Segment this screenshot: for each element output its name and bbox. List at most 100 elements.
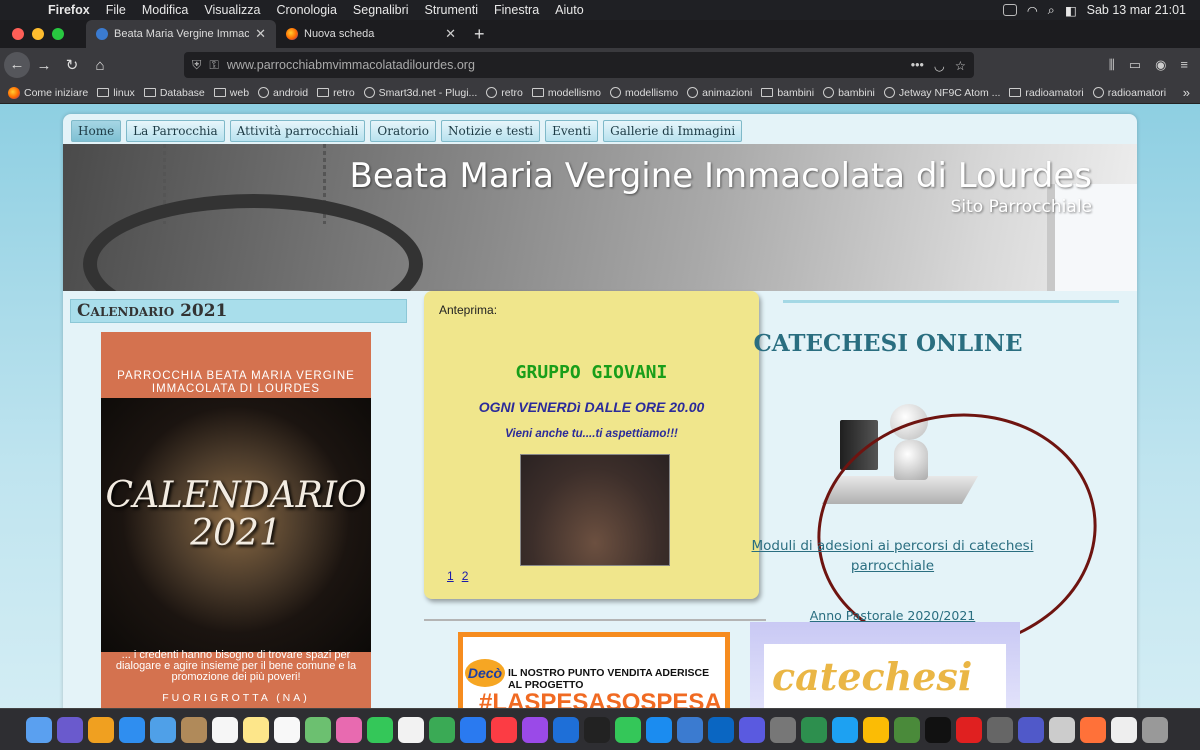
home-icon[interactable]: ⌂ [86,57,114,74]
notes-icon[interactable] [243,716,269,743]
xcode-icon[interactable] [739,716,765,743]
control-center-icon[interactable]: ◧ [1065,3,1077,18]
app-store-icon[interactable] [646,716,672,743]
lock-icon[interactable]: ⚿ [209,58,219,73]
launchpad-icon[interactable] [88,716,114,743]
site-nav-gallerie[interactable]: Gallerie di Immagini [603,120,743,142]
back-button[interactable]: ← [4,52,30,78]
bookmark-folder[interactable]: radioamatori [1009,87,1084,99]
library-icon[interactable]: ⫼ [1109,57,1115,73]
url-text[interactable]: www.parrocchiabmvimmacolatadilourdes.org [227,58,475,72]
menu-aiuto[interactable]: Aiuto [547,3,592,17]
bookmark-item[interactable]: radioamatori [1092,87,1166,99]
menubar-datetime[interactable]: Sab 13 mar 21:01 [1087,3,1186,17]
bookmark-folder[interactable]: Database [143,87,205,99]
site-nav-notizie[interactable]: Notizie e testi [440,120,541,142]
calendar-icon[interactable] [212,716,238,743]
reminders-icon[interactable] [274,716,300,743]
bookmark-item[interactable]: retro [486,87,523,99]
messages-icon[interactable] [615,716,641,743]
music-icon[interactable] [491,716,517,743]
pocket-icon[interactable]: ◡ [934,58,945,73]
menu-modifica[interactable]: Modifica [134,3,197,17]
close-tab-icon[interactable]: ✕ [445,26,456,42]
anno-pastorale-link[interactable]: Anno Pastorale 2020/2021 [750,608,1035,623]
bookmark-folder[interactable]: bambini [761,87,814,99]
menu-finestra[interactable]: Finestra [486,3,547,17]
document-icon[interactable] [1111,716,1137,743]
site-nav-parrocchia[interactable]: La Parrocchia [126,120,225,142]
app-icon[interactable] [708,716,734,743]
sidebar-icon[interactable]: ▭ [1129,57,1141,73]
bookmark-item[interactable]: animazioni [687,87,752,99]
site-nav-home[interactable]: Home [71,120,122,142]
numbers-icon[interactable] [429,716,455,743]
spesa-sospesa-banner[interactable]: Decò IL NOSTRO PUNTO VENDITA ADERISCE AL… [458,632,730,708]
page-link-1[interactable]: 1 [447,569,454,583]
keynote-icon[interactable] [460,716,486,743]
close-window-button[interactable] [12,28,24,40]
tab-parrocchia[interactable]: Beata Maria Vergine Immacolat ✕ [86,20,276,48]
acrobat-icon[interactable] [956,716,982,743]
tab-nuova-scheda[interactable]: Nuova scheda ✕ [276,20,466,48]
group-photo[interactable] [520,454,670,566]
menu-file[interactable]: File [98,3,134,17]
bookmark-folder[interactable]: retro [317,87,355,99]
contacts-icon[interactable] [181,716,207,743]
calendar-poster[interactable]: PARROCCHIA BEATA MARIA VERGINE IMMACOLAT… [101,332,371,708]
catechesi-modules-link[interactable]: Moduli di adesioni ai percorsi di catech… [750,536,1035,576]
page-viewport[interactable]: Home La Parrocchia Attività parrocchiali… [0,104,1200,708]
siri-icon[interactable] [57,716,83,743]
mail-icon[interactable] [150,716,176,743]
app-icon[interactable] [832,716,858,743]
account-icon[interactable]: ◉ [1155,57,1166,73]
bookmark-folder[interactable]: linux [97,87,135,99]
menu-visualizza[interactable]: Visualizza [196,3,268,17]
app-icon[interactable] [894,716,920,743]
maps-icon[interactable] [305,716,331,743]
bookmark-item[interactable]: Come iniziare [8,86,88,99]
page-actions-icon[interactable]: ••• [911,58,924,73]
firefox-icon[interactable] [1080,716,1106,743]
url-bar[interactable]: ⛨ ⚿ www.parrocchiabmvimmacolatadilourdes… [184,52,974,78]
battery-icon[interactable] [1002,4,1017,16]
bookmark-item[interactable]: android [258,87,308,99]
forward-button[interactable]: → [30,57,58,74]
podcasts-icon[interactable] [522,716,548,743]
finder-icon[interactable] [26,716,52,743]
safari-icon[interactable] [119,716,145,743]
site-nav-attivita[interactable]: Attività parrocchiali [229,120,366,142]
menu-segnalibri[interactable]: Segnalibri [345,3,417,17]
reload-button[interactable]: ↻ [58,56,86,74]
close-tab-icon[interactable]: ✕ [255,26,266,42]
photos-icon[interactable] [336,716,362,743]
vscode-icon[interactable] [553,716,579,743]
menu-app[interactable]: Firefox [40,3,98,17]
minimize-window-button[interactable] [32,28,44,40]
terminal-icon[interactable] [925,716,951,743]
system-preferences-icon[interactable] [770,716,796,743]
bookmark-item[interactable]: bambini [823,87,875,99]
zoom-window-button[interactable] [52,28,64,40]
trash-icon[interactable] [1142,716,1168,743]
teams-icon[interactable] [1018,716,1044,743]
menu-strumenti[interactable]: Strumenti [417,3,487,17]
teamviewer-icon[interactable] [677,716,703,743]
freeform-icon[interactable] [398,716,424,743]
bookmark-item[interactable]: Jetway NF9C Atom ... [883,87,1000,99]
bookmark-folder[interactable]: modellismo [531,87,601,99]
catechesi-image[interactable]: catechesi [750,622,1020,708]
bookmark-star-icon[interactable]: ☆ [955,58,966,73]
bookmarks-overflow-icon[interactable]: » [1183,85,1200,100]
bookmark-item[interactable]: Smart3d.net - Plugi... [363,87,477,99]
menu-cronologia[interactable]: Cronologia [268,3,344,17]
new-tab-button[interactable]: + [466,24,493,45]
apple-tv-icon[interactable] [584,716,610,743]
facetime-icon[interactable] [367,716,393,743]
app-icon[interactable] [801,716,827,743]
app-icon[interactable] [1049,716,1075,743]
calculator-icon[interactable] [987,716,1013,743]
site-nav-oratorio[interactable]: Oratorio [370,120,436,142]
search-icon[interactable]: ⌕ [1048,3,1055,18]
shield-icon[interactable]: ⛨ [192,58,201,73]
